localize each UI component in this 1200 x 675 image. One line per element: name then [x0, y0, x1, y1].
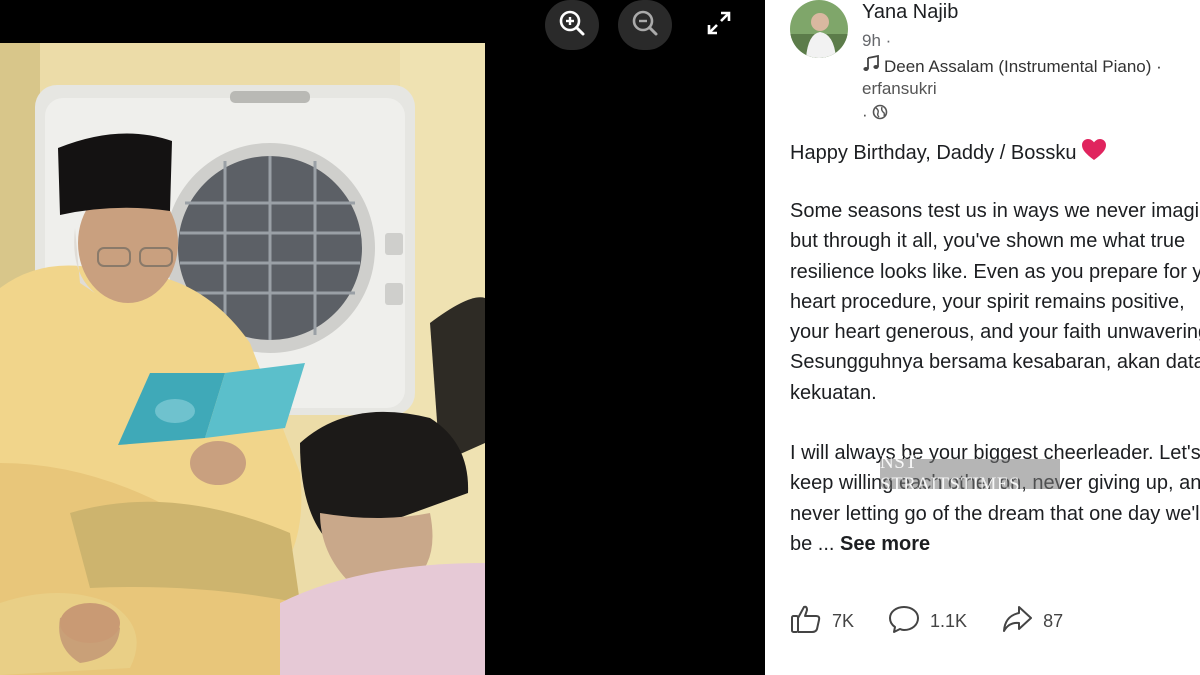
zoom-in-icon [558, 9, 586, 42]
post-greeting: Happy Birthday, Daddy / Bossku [790, 139, 1107, 167]
comment-icon [888, 604, 920, 639]
zoom-out-icon [631, 9, 659, 42]
music-info[interactable]: Deen Assalam (Instrumental Piano) · [862, 54, 1162, 78]
post-line: Some seasons test us in ways we never im… [790, 200, 1200, 222]
post-line: never letting go of the dream that one d… [790, 502, 1200, 525]
avatar[interactable] [790, 0, 848, 58]
share-icon [1001, 604, 1033, 639]
like-count: 7K [832, 611, 855, 631]
share-count: 87 [1043, 611, 1064, 631]
post-line: heart procedure, your spirit remains pos… [790, 290, 1185, 313]
comment-button[interactable]: 1.1K [888, 604, 967, 639]
music-artist[interactable]: erfansukri [862, 79, 937, 99]
fullscreen-icon [705, 9, 733, 42]
heart-icon [1082, 139, 1107, 167]
photo-viewer [0, 0, 765, 675]
greeting-text: Happy Birthday, Daddy / Bossku [790, 141, 1077, 164]
music-note-icon [862, 54, 880, 78]
post-line: resilience looks like. Even as you prepa… [790, 260, 1200, 283]
like-button[interactable]: 7K [790, 604, 854, 639]
post-line: kekuatan. [790, 381, 877, 404]
music-title: Deen Assalam (Instrumental Piano) · [884, 56, 1162, 76]
fullscreen-button[interactable] [692, 0, 746, 50]
see-more-link[interactable]: See more [840, 533, 930, 555]
post-photo[interactable] [0, 43, 485, 675]
zoom-in-button[interactable] [545, 0, 599, 50]
reaction-bar: 7K 1.1K 87 [790, 604, 1097, 639]
post-panel: Yana Najib 9h · Deen Assalam (Instrument… [765, 0, 1200, 675]
zoom-out-button[interactable] [618, 0, 672, 50]
comment-count: 1.1K [930, 611, 968, 631]
post-line: Sesungguhnya bersama kesabaran, akan dat… [790, 351, 1200, 374]
watermark-logo: NST STRAITSTIMES [880, 452, 1060, 495]
post-line: your heart generous, and your faith unwa… [790, 321, 1200, 344]
privacy-row: · [862, 104, 888, 125]
post-line: but through it all, you've shown me what… [790, 230, 1186, 253]
author-name[interactable]: Yana Najib [862, 1, 958, 24]
globe-icon[interactable] [872, 104, 888, 125]
post-paragraph-1: Some seasons test us in ways we never im… [790, 196, 1200, 408]
share-button[interactable]: 87 [1001, 604, 1063, 639]
post-time[interactable]: 9h · [862, 31, 891, 51]
post-line-last: be ... See more [790, 529, 1200, 559]
thumbs-up-icon [790, 604, 822, 639]
privacy-separator: · [862, 104, 868, 124]
truncated-text: be ... [790, 532, 835, 555]
